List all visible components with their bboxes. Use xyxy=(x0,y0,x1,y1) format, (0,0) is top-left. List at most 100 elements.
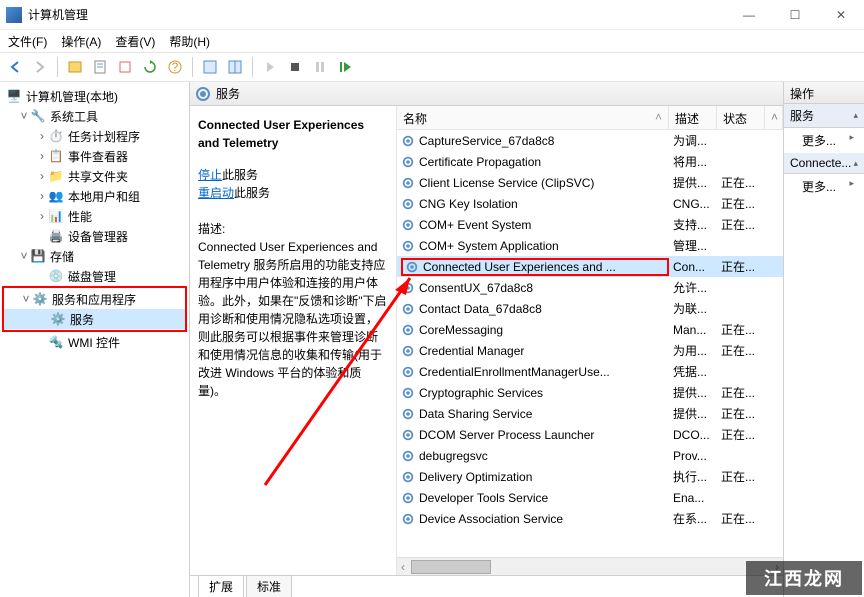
services-list: 名称 ˄ 描述 状态 ˄ CaptureService_67da8c8为调...… xyxy=(396,106,783,575)
service-desc: 提供... xyxy=(669,405,717,422)
tree-wmi[interactable]: 🔩WMI 控件 xyxy=(2,332,187,352)
service-row[interactable]: Delivery Optimization执行...正在... xyxy=(397,466,783,487)
service-row[interactable]: Client License Service (ClipSVC)提供...正在.… xyxy=(397,172,783,193)
scroll-up-button[interactable]: ˄ xyxy=(765,106,783,129)
play-button[interactable] xyxy=(259,56,281,78)
service-name: Contact Data_67da8c8 xyxy=(419,302,542,316)
service-stat: 正在... xyxy=(717,468,765,485)
tree-storage[interactable]: ˅💾存储 xyxy=(2,246,187,266)
action-group-connected[interactable]: Connecte...▴ xyxy=(784,153,864,174)
service-desc: 提供... xyxy=(669,174,717,191)
description-label: 描述: xyxy=(198,220,388,238)
service-row[interactable]: debugregsvcProv... xyxy=(397,445,783,466)
nav-back-button[interactable] xyxy=(4,56,26,78)
maximize-button[interactable]: ☐ xyxy=(772,0,818,30)
actions-header: 操作 xyxy=(784,82,864,104)
menu-action[interactable]: 操作(A) xyxy=(61,33,101,50)
action-more-2[interactable]: 更多...▸ xyxy=(784,174,864,199)
tree-shared-folders[interactable]: ›📁共享文件夹 xyxy=(2,166,187,186)
stop-service-link[interactable]: 停止 xyxy=(198,168,222,182)
service-row[interactable]: CredentialEnrollmentManagerUse...凭据... xyxy=(397,361,783,382)
tree-event-viewer[interactable]: ›📋事件查看器 xyxy=(2,146,187,166)
service-row[interactable]: COM+ Event System支持...正在... xyxy=(397,214,783,235)
tree-device-manager[interactable]: 🖨️设备管理器 xyxy=(2,226,187,246)
service-name: CredentialEnrollmentManagerUse... xyxy=(419,365,610,379)
service-desc: 允许... xyxy=(669,279,717,296)
view1-button[interactable] xyxy=(199,56,221,78)
menu-view[interactable]: 查看(V) xyxy=(115,33,155,50)
menu-help[interactable]: 帮助(H) xyxy=(169,33,210,50)
service-desc: DCO... xyxy=(669,428,717,442)
view2-button[interactable] xyxy=(224,56,246,78)
action-group-services[interactable]: 服务▴ xyxy=(784,104,864,128)
service-name: Certificate Propagation xyxy=(419,155,541,169)
watermark: 江西龙网 xyxy=(746,561,862,595)
service-row[interactable]: Developer Tools ServiceEna... xyxy=(397,487,783,508)
col-header-name[interactable]: 名称 ˄ xyxy=(397,106,669,129)
tree-local-users[interactable]: ›👥本地用户和组 xyxy=(2,186,187,206)
refresh-button[interactable] xyxy=(139,56,161,78)
close-button[interactable]: ✕ xyxy=(818,0,864,30)
service-name: CaptureService_67da8c8 xyxy=(419,134,554,148)
tab-extended[interactable]: 扩展 xyxy=(198,575,244,597)
service-stat: 正在... xyxy=(717,405,765,422)
service-stat: 正在... xyxy=(717,426,765,443)
window-title: 计算机管理 xyxy=(28,6,726,23)
tree-performance[interactable]: ›📊性能 xyxy=(2,206,187,226)
restart-service-link[interactable]: 重启动 xyxy=(198,186,234,200)
service-stat: 正在... xyxy=(717,174,765,191)
service-row[interactable]: Cryptographic Services提供...正在... xyxy=(397,382,783,403)
horizontal-scrollbar[interactable]: ‹ › xyxy=(397,557,783,575)
service-row[interactable]: COM+ System Application管理... xyxy=(397,235,783,256)
toolbar: ? xyxy=(0,52,864,82)
service-row[interactable]: DCOM Server Process LauncherDCO...正在... xyxy=(397,424,783,445)
tree-system-tools[interactable]: ˅🔧系统工具 xyxy=(2,106,187,126)
service-name: CNG Key Isolation xyxy=(419,197,518,211)
minimize-button[interactable]: — xyxy=(726,0,772,30)
service-desc: 在系... xyxy=(669,510,717,527)
service-desc: 管理... xyxy=(669,237,717,254)
service-stat: 正在... xyxy=(717,258,765,275)
service-row[interactable]: CoreMessagingMan...正在... xyxy=(397,319,783,340)
service-stat: 正在... xyxy=(717,510,765,527)
stop-button[interactable] xyxy=(284,56,306,78)
bottom-tabs: 扩展 标准 xyxy=(190,575,783,597)
tree-services[interactable]: ⚙️服务 xyxy=(4,309,185,329)
tree-task-scheduler[interactable]: ›⏱️任务计划程序 xyxy=(2,126,187,146)
tree-services-apps[interactable]: ˅⚙️服务和应用程序 xyxy=(4,289,185,309)
service-desc: CNG... xyxy=(669,197,717,211)
col-header-stat[interactable]: 状态 xyxy=(717,106,765,129)
properties-button[interactable] xyxy=(89,56,111,78)
service-row[interactable]: Contact Data_67da8c8为联... xyxy=(397,298,783,319)
help-button[interactable]: ? xyxy=(164,56,186,78)
service-row[interactable]: Certificate Propagation将用... xyxy=(397,151,783,172)
service-name: Connected User Experiences and ... xyxy=(423,260,616,274)
tab-standard[interactable]: 标准 xyxy=(246,575,292,597)
service-stat: 正在... xyxy=(717,342,765,359)
export-button[interactable] xyxy=(114,56,136,78)
highlight-box-tree: ˅⚙️服务和应用程序 ⚙️服务 xyxy=(2,286,187,332)
services-header-icon xyxy=(196,87,210,101)
tree-root[interactable]: 🖥️计算机管理(本地) xyxy=(2,86,187,106)
nav-forward-button[interactable] xyxy=(29,56,51,78)
show-hide-button[interactable] xyxy=(64,56,86,78)
svg-text:?: ? xyxy=(172,60,179,74)
service-desc: Con... xyxy=(669,260,717,274)
service-row[interactable]: CNG Key IsolationCNG...正在... xyxy=(397,193,783,214)
action-more-1[interactable]: 更多...▸ xyxy=(784,128,864,153)
service-row[interactable]: Data Sharing Service提供...正在... xyxy=(397,403,783,424)
service-row[interactable]: Connected User Experiences and ... Con...… xyxy=(397,256,783,277)
pause-button[interactable] xyxy=(309,56,331,78)
menu-file[interactable]: 文件(F) xyxy=(8,33,47,50)
services-header: 服务 xyxy=(190,82,783,106)
service-row[interactable]: Credential Manager为用...正在... xyxy=(397,340,783,361)
service-desc: 支持... xyxy=(669,216,717,233)
restart-button[interactable] xyxy=(334,56,356,78)
service-name: Cryptographic Services xyxy=(419,386,543,400)
service-row[interactable]: ConsentUX_67da8c8允许... xyxy=(397,277,783,298)
col-header-desc[interactable]: 描述 xyxy=(669,106,717,129)
service-row[interactable]: CaptureService_67da8c8为调... xyxy=(397,130,783,151)
service-row[interactable]: Device Association Service在系...正在... xyxy=(397,508,783,529)
selected-service-title: Connected User Experiences and Telemetry xyxy=(198,118,364,150)
tree-disk-management[interactable]: 💿磁盘管理 xyxy=(2,266,187,286)
